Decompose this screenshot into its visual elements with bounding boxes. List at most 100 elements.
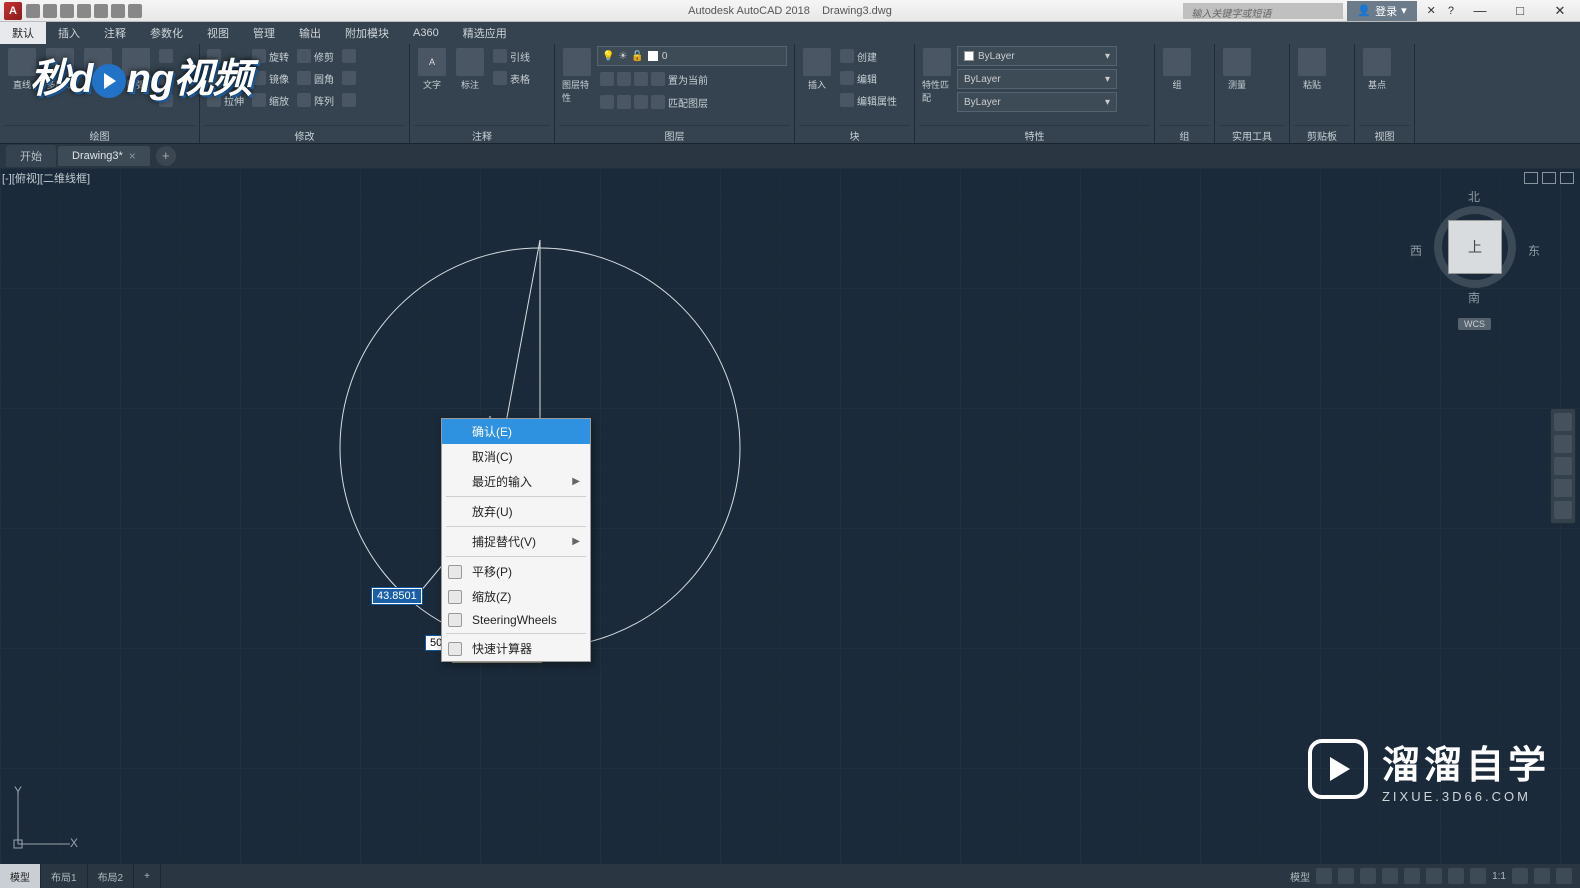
copy-button[interactable] [204, 68, 247, 88]
grid-toggle-icon[interactable] [1316, 868, 1332, 884]
block-create-button[interactable]: 创建 [837, 46, 900, 66]
stretch-button[interactable]: 拉伸 [204, 90, 247, 110]
add-tab-button[interactable]: + [156, 146, 176, 166]
viewcube-top-face[interactable]: 上 [1448, 220, 1502, 274]
tab-parametric[interactable]: 参数化 [138, 22, 195, 44]
qat-undo-icon[interactable] [111, 4, 125, 18]
qat-plot-icon[interactable] [94, 4, 108, 18]
ortho-toggle-icon[interactable] [1360, 868, 1376, 884]
leader-button[interactable]: 引线 [490, 46, 533, 66]
nav-showmotion-icon[interactable] [1554, 501, 1572, 519]
context-item[interactable]: 确认(E) [442, 419, 590, 444]
dim-button[interactable]: 标注 [452, 46, 488, 93]
trim-button[interactable]: 修剪 [294, 46, 337, 66]
draw-misc-2[interactable] [156, 68, 176, 88]
text-button[interactable]: A文字 [414, 46, 450, 93]
context-item[interactable]: SteeringWheels [442, 609, 590, 631]
rotate-button[interactable]: 旋转 [249, 46, 292, 66]
snap-toggle-icon[interactable] [1338, 868, 1354, 884]
workspace-icon[interactable] [1534, 868, 1550, 884]
tab-a360[interactable]: A360 [401, 22, 451, 44]
wcs-label[interactable]: WCS [1458, 318, 1491, 330]
polar-toggle-icon[interactable] [1382, 868, 1398, 884]
minimize-button[interactable]: — [1460, 0, 1500, 22]
scale-button[interactable]: 缩放 [249, 90, 292, 110]
lineweight-bylayer-dropdown[interactable]: ByLayer▾ [957, 69, 1117, 89]
tab-annotate[interactable]: 注释 [92, 22, 138, 44]
layout1-tab[interactable]: 布局1 [41, 864, 88, 888]
fillet-button[interactable]: 圆角 [294, 68, 337, 88]
color-bylayer-dropdown[interactable]: ByLayer▾ [957, 46, 1117, 66]
block-editattr-button[interactable]: 编辑属性 [837, 90, 900, 110]
drawing-viewport[interactable]: [-][俯视][二维线框] 43.8501 50° 指定下一点或 确认(E)取消… [0, 168, 1580, 864]
measure-button[interactable]: 测量 [1219, 46, 1255, 93]
viewcube[interactable]: 北 南 西 东 上 WCS [1410, 188, 1540, 333]
modify-misc3[interactable] [339, 90, 359, 110]
circle-button[interactable]: 圆 [80, 46, 116, 93]
paste-button[interactable]: 粘贴 [1294, 46, 1330, 93]
context-item[interactable]: 快速计算器 [442, 636, 590, 661]
search-input[interactable]: 输入关键字或短语 [1183, 3, 1343, 19]
qat-new-icon[interactable] [26, 4, 40, 18]
nav-pan-icon[interactable] [1554, 435, 1572, 453]
close-tab-icon[interactable]: × [129, 149, 136, 163]
line-button[interactable]: 直线 [4, 46, 40, 93]
matchprop-button[interactable]: 特性匹配 [919, 46, 955, 106]
layout2-tab[interactable]: 布局2 [88, 864, 135, 888]
tab-view[interactable]: 视图 [195, 22, 241, 44]
ucs-icon[interactable]: Y X [8, 784, 78, 854]
customize-icon[interactable] [1556, 868, 1572, 884]
context-item[interactable]: 最近的输入▶ [442, 469, 590, 494]
array-button[interactable]: 阵列 [294, 90, 337, 110]
modify-misc2[interactable] [339, 68, 359, 88]
osnap-toggle-icon[interactable] [1404, 868, 1420, 884]
context-item[interactable]: 放弃(U) [442, 499, 590, 524]
polyline-button[interactable]: 多段线 [42, 46, 78, 93]
draw-misc-1[interactable] [156, 46, 176, 66]
viewcube-east[interactable]: 东 [1528, 242, 1540, 259]
modify-misc1[interactable] [339, 46, 359, 66]
layer-tools-row2[interactable]: 匹配图层 [597, 92, 787, 112]
block-edit-button[interactable]: 编辑 [837, 68, 900, 88]
maximize-button[interactable]: □ [1500, 0, 1540, 22]
context-item[interactable]: 取消(C) [442, 444, 590, 469]
layerprops-button[interactable]: 图层特性 [559, 46, 595, 106]
add-layout-button[interactable]: + [134, 864, 161, 888]
layer-tools-row1[interactable]: 置为当前 [597, 69, 787, 89]
tab-output[interactable]: 输出 [287, 22, 333, 44]
transparency-toggle-icon[interactable] [1470, 868, 1486, 884]
app-logo[interactable]: A [4, 2, 22, 20]
viewcube-south[interactable]: 南 [1468, 289, 1480, 306]
help-icon[interactable]: ? [1442, 5, 1460, 17]
file-tab-current[interactable]: Drawing3*× [58, 146, 150, 166]
block-insert-button[interactable]: 插入 [799, 46, 835, 93]
qat-open-icon[interactable] [43, 4, 57, 18]
file-tab-start[interactable]: 开始 [6, 145, 56, 167]
mirror-button[interactable]: 镜像 [249, 68, 292, 88]
context-item[interactable]: 平移(P) [442, 559, 590, 584]
table-button[interactable]: 表格 [490, 68, 533, 88]
login-button[interactable]: 👤 登录 ▾ [1347, 1, 1416, 21]
linetype-bylayer-dropdown[interactable]: ByLayer▾ [957, 92, 1117, 112]
scale-label[interactable]: 1:1 [1492, 871, 1506, 882]
tab-insert[interactable]: 插入 [46, 22, 92, 44]
qat-redo-icon[interactable] [128, 4, 142, 18]
move-button[interactable] [204, 46, 247, 66]
otrack-toggle-icon[interactable] [1426, 868, 1442, 884]
tab-addins[interactable]: 附加模块 [333, 22, 401, 44]
close-button[interactable]: ✕ [1540, 0, 1580, 22]
tab-default[interactable]: 默认 [0, 22, 46, 44]
annotation-scale-icon[interactable] [1512, 868, 1528, 884]
draw-misc-3[interactable] [156, 90, 176, 110]
nav-zoom-icon[interactable] [1554, 457, 1572, 475]
tab-manage[interactable]: 管理 [241, 22, 287, 44]
dynamic-length-input[interactable]: 43.8501 [372, 588, 422, 604]
nav-wheel-icon[interactable] [1554, 413, 1572, 431]
basepoint-button[interactable]: 基点 [1359, 46, 1395, 93]
layer-dropdown[interactable]: 💡 ☀ 🔓 0 [597, 46, 787, 66]
group-button[interactable]: 组 [1159, 46, 1195, 93]
viewcube-north[interactable]: 北 [1468, 188, 1480, 205]
exchange-icon[interactable]: ✕ [1421, 4, 1442, 17]
status-model-label[interactable]: 模型 [1290, 869, 1310, 884]
nav-orbit-icon[interactable] [1554, 479, 1572, 497]
